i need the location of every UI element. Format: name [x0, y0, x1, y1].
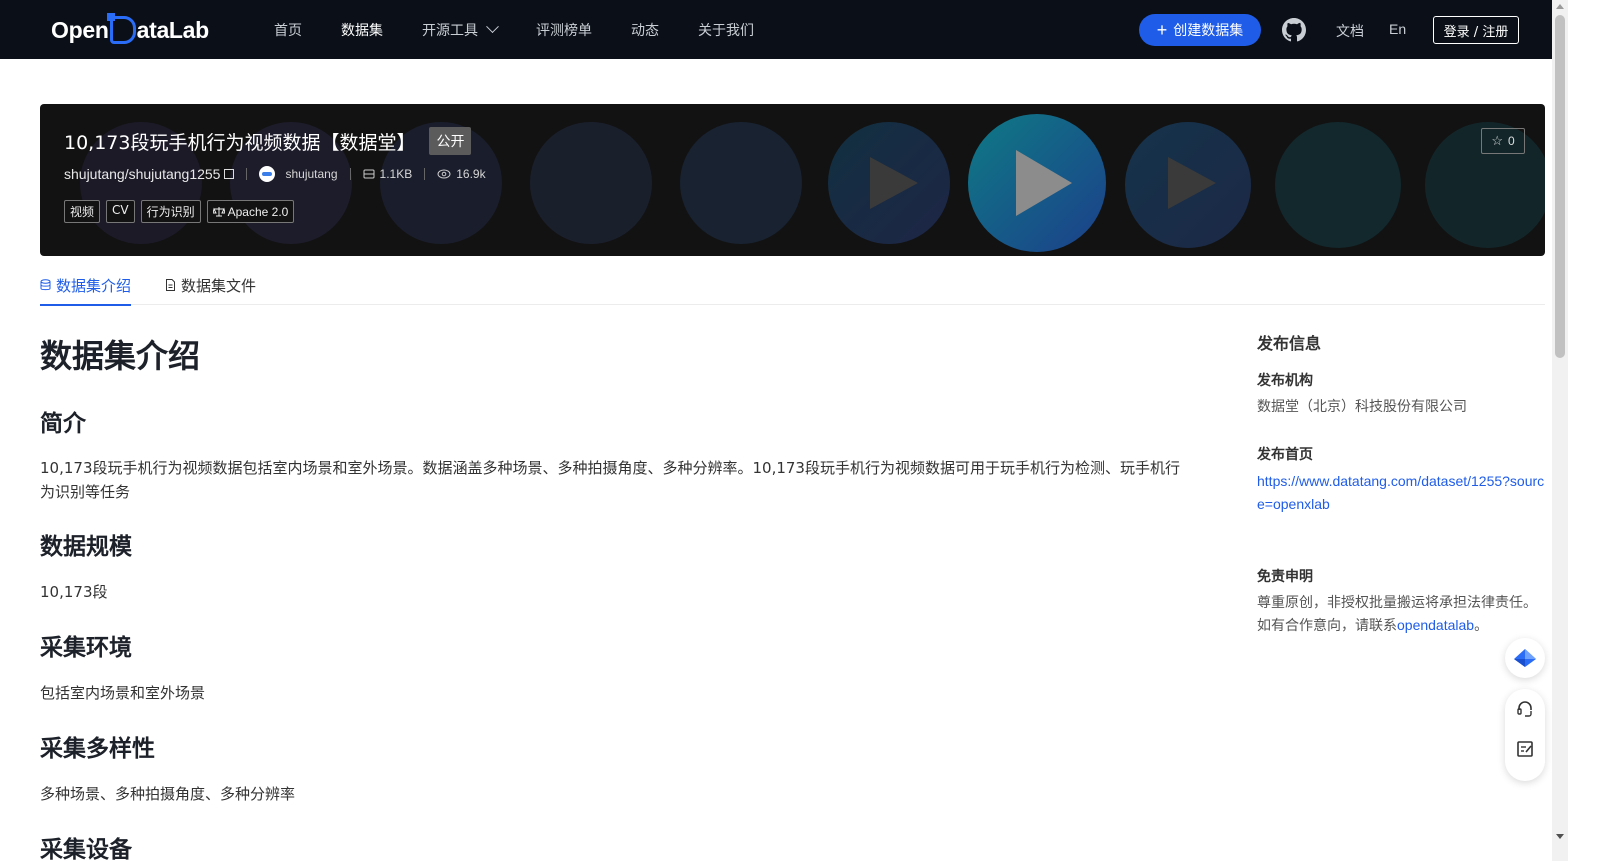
tag-cv[interactable]: CV	[106, 200, 135, 223]
dataset-title: 10,173段玩手机行为视频数据【数据堂】	[64, 131, 416, 154]
publish-info-title: 发布信息	[1257, 334, 1322, 353]
nav-item-about[interactable]: 关于我们	[698, 20, 754, 40]
star-count: 0	[1507, 134, 1515, 148]
license-name: Apache 2.0	[227, 204, 289, 219]
meta-divider	[246, 168, 248, 180]
top-navbar: Open ataLab 首页 数据集 开源工具 评测榜单 动态 关于我们 + 创建…	[0, 0, 1552, 59]
edit-note-icon[interactable]	[1515, 739, 1535, 759]
disclaimer-text: 尊重原创，非授权批量搬运将承担法律责任。如有合作意向，请联系opendatala…	[1257, 592, 1547, 637]
avatar	[259, 166, 276, 182]
section-text-environment: 包括室内场景和室外场景	[40, 684, 206, 702]
language-switch[interactable]: En	[1389, 21, 1406, 37]
play-icon[interactable]	[870, 157, 918, 209]
logo-text-left: Open	[51, 16, 109, 43]
section-title-environment: 采集环境	[40, 635, 132, 661]
star-button[interactable]: ☆ 0	[1481, 128, 1525, 154]
file-icon	[166, 279, 176, 291]
nav-item-leaderboard[interactable]: 评测榜单	[536, 20, 592, 40]
visibility-badge: 公开	[429, 127, 472, 155]
nav-item-datasets[interactable]: 数据集	[341, 20, 383, 40]
star-icon: ☆	[1491, 133, 1503, 148]
owner-name: shujutang	[285, 167, 338, 181]
nav-item-news[interactable]: 动态	[631, 20, 659, 40]
size-info: 1.1KB	[363, 167, 413, 181]
section-title-device: 采集设备	[40, 837, 132, 861]
scale-icon	[212, 207, 225, 217]
dataset-tabs: 数据集介绍 数据集文件	[40, 265, 1545, 306]
docs-link[interactable]: 文档	[1336, 21, 1364, 41]
homepage-label: 发布首页	[1257, 447, 1313, 463]
scroll-thumb[interactable]	[1555, 15, 1565, 358]
meta-divider	[349, 168, 351, 180]
nav-news-label: 动态	[631, 22, 659, 39]
section-title-scale: 数据规模	[40, 534, 132, 560]
license-tag[interactable]: Apache 2.0	[206, 200, 295, 223]
database-icon	[363, 169, 375, 179]
feedback-bird-button[interactable]	[1505, 638, 1545, 678]
views-info: 16.9k	[437, 167, 486, 181]
nav-about-label: 关于我们	[698, 22, 754, 39]
section-text-intro: 10,173段玩手机行为视频数据包括室内场景和室外场景。数据涵盖多种场景、多种拍…	[40, 459, 1180, 501]
contact-link[interactable]: opendatalab	[1397, 617, 1474, 633]
view-count: 16.9k	[456, 167, 486, 181]
publisher-name: 数据堂（北京）科技股份有限公司	[1257, 399, 1467, 415]
scroll-up-arrow[interactable]	[1556, 4, 1564, 9]
section-text-diversity: 多种场景、多种拍摄角度、多种分辨率	[40, 785, 296, 803]
create-dataset-label: 创建数据集	[1173, 23, 1244, 39]
repo-path-text: shujutang/shujutang1255	[64, 166, 221, 182]
disclaimer-end: 。	[1474, 618, 1489, 634]
nav-leaderboard-label: 评测榜单	[536, 22, 592, 39]
create-dataset-button[interactable]: + 创建数据集	[1139, 14, 1261, 46]
play-icon[interactable]	[1168, 157, 1216, 209]
nav-tools-label: 开源工具	[422, 22, 478, 39]
logo-text-right: ataLab	[136, 16, 210, 43]
nav-item-tools[interactable]: 开源工具	[422, 20, 499, 40]
tab-dataset-files[interactable]: 数据集文件	[165, 265, 256, 305]
headset-icon[interactable]	[1515, 699, 1535, 719]
owner-info[interactable]: shujutang	[259, 166, 338, 182]
decor-circle	[530, 122, 652, 244]
meta-divider	[424, 168, 426, 180]
dataset-tags: 视频 CV 行为识别 Apache 2.0	[64, 200, 295, 223]
publisher-label: 发布机构	[1257, 373, 1313, 389]
tab-dataset-intro[interactable]: 数据集介绍	[40, 265, 132, 306]
homepage-link[interactable]: https://www.datatang.com/dataset/1255?so…	[1257, 473, 1544, 512]
dataset-hero-banner: 10,173段玩手机行为视频数据【数据堂】 公开 shujutang/shuju…	[40, 104, 1545, 256]
decor-circle	[680, 122, 802, 244]
tab-dataset-files-label: 数据集文件	[181, 276, 257, 295]
copy-icon[interactable]	[224, 169, 235, 179]
main-nav: 首页 数据集 开源工具 评测榜单 动态 关于我们	[274, 0, 793, 59]
page-title: 数据集介绍	[40, 337, 201, 375]
nav-datasets-label: 数据集	[341, 22, 383, 39]
github-icon[interactable]	[1282, 18, 1306, 42]
disclaimer-label: 免责申明	[1257, 569, 1313, 585]
section-text-scale: 10,173段	[40, 583, 108, 601]
page-scrollbar[interactable]	[1552, 0, 1568, 861]
dataset-title-row: 10,173段玩手机行为视频数据【数据堂】 公开	[64, 127, 472, 155]
decor-circle	[1275, 122, 1401, 248]
repo-path: shujutang/shujutang1255	[64, 166, 235, 182]
plus-icon: +	[1156, 20, 1168, 40]
scroll-down-arrow[interactable]	[1556, 834, 1564, 839]
chevron-down-icon	[486, 20, 499, 34]
section-title-diversity: 采集多样性	[40, 736, 155, 762]
tag-behavior-recognition[interactable]: 行为识别	[140, 200, 201, 223]
section-title-intro: 简介	[40, 411, 86, 437]
dataset-meta: shujutang/shujutang1255 shujutang 1.1KB …	[64, 166, 486, 182]
nav-item-home[interactable]: 首页	[274, 20, 302, 40]
eye-icon	[437, 169, 451, 179]
floating-tool-panel	[1505, 689, 1545, 781]
opendatalab-logo[interactable]: Open ataLab	[51, 13, 210, 45]
tab-dataset-intro-label: 数据集介绍	[56, 276, 132, 295]
database-icon	[40, 279, 51, 291]
dataset-size: 1.1KB	[379, 167, 413, 181]
tag-video[interactable]: 视频	[64, 200, 101, 223]
play-icon-large[interactable]	[1016, 150, 1072, 216]
logo-d-mark	[106, 13, 136, 44]
login-register-button[interactable]: 登录 / 注册	[1433, 16, 1519, 44]
nav-home-label: 首页	[274, 22, 302, 39]
bird-icon	[1514, 649, 1536, 667]
